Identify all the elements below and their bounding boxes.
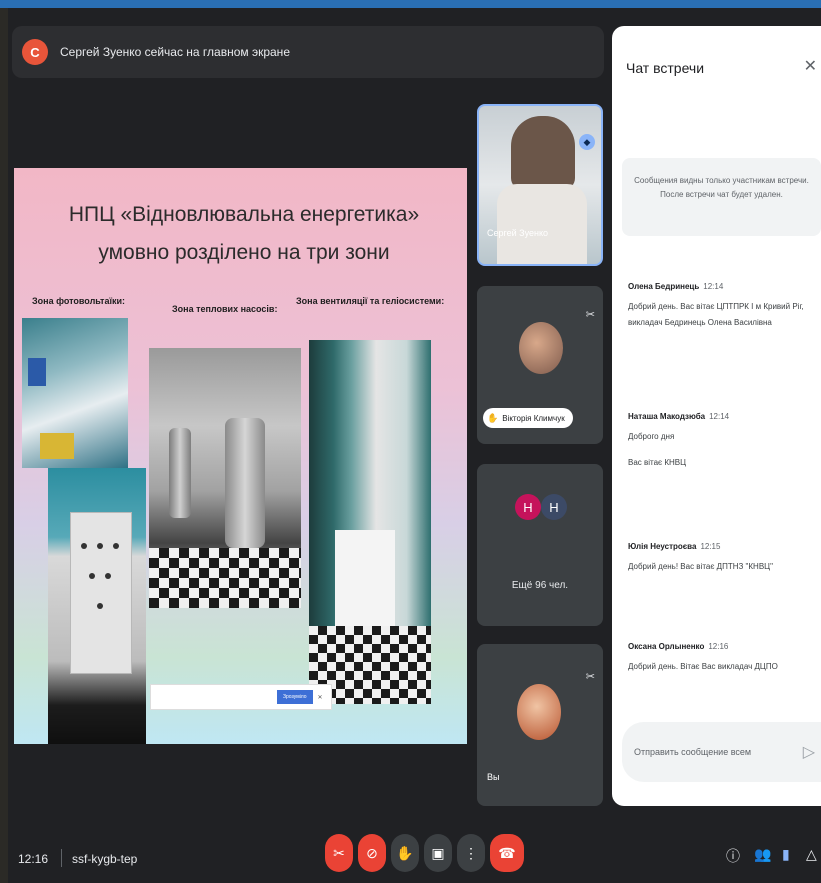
panel-lamp [97,543,103,549]
message-text: Вас вітає КНВЦ [628,458,687,467]
send-icon[interactable]: ▷ [803,742,815,762]
activities-icon[interactable]: △ [806,846,817,863]
more-options-button[interactable]: ⋮ [457,834,485,872]
divider [61,849,62,867]
avatar [519,322,563,374]
chat-message: Наташа Макодзюба 12:14 Доброго дня Вас ві… [628,412,818,471]
chat-message: Олена Бедринець 12:14 Добрий день. Вас ві… [628,282,818,331]
cookie-notice: Зрозуміло ✕ [150,684,332,710]
tank [225,418,265,548]
mic-off-icon: ✂ [333,844,345,861]
message-text: Доброго дня [628,432,675,441]
close-icon[interactable]: ✕ [804,56,817,76]
message-time: 12:14 [709,412,730,421]
zone-label-heat-pumps: Зона теплових насосів: [172,304,278,314]
presenter-avatar: С [22,39,48,65]
raise-hand-button[interactable]: ✋ [391,834,419,872]
speaker-body [497,184,587,264]
participant-tile[interactable]: ✂ ✋ Вікторія Климчук [477,286,603,444]
message-author: Наташа Макодзюба 12:14 [628,412,730,421]
present-button[interactable]: ▣ [424,834,452,872]
meeting-code: ssf-kygb-tep [72,852,138,866]
shared-screen-slide: НПЦ «Відновлювальна енергетика» умовно р… [14,168,467,744]
presenting-banner: С Сергей Зуенко сейчас на главном экране [12,26,604,78]
zone-label-photovoltaic: Зона фотовольтаїки: [32,296,126,306]
slide-title: НПЦ «Відновлювальна енергетика» умовно р… [68,203,420,264]
checkered-floor [149,548,301,608]
panel-lamp [89,573,95,579]
mic-toggle-button[interactable]: ✂ [325,834,353,872]
self-label: Вы [487,772,500,782]
avatar: Н [541,494,567,520]
cookie-accept-button[interactable]: Зрозуміло [277,690,313,704]
panel-lamp [81,543,87,549]
mic-off-icon: ✂ [585,309,595,321]
avatar: Н [515,494,541,520]
photo-control-panel [48,468,146,744]
mic-off-icon: ✂ [585,671,595,683]
message-time: 12:15 [700,542,721,551]
chat-message: Юлія Неустроєва 12:15 Добрий день! Вас ві… [628,542,818,575]
raise-hand-icon: ✋ [396,844,414,861]
self-tile[interactable]: ✂ Вы [477,644,603,806]
message-time: 12:14 [703,282,724,291]
info-icon[interactable]: ⓘ [726,846,740,866]
speaker-head [511,116,575,190]
message-author: Оксана Орлыненко 12:16 [628,642,729,651]
photo-ventilation [309,340,431,704]
camera-toggle-button[interactable]: ⊘ [358,834,386,872]
clock: 12:16 [18,852,49,866]
message-text: Добрий день! Вас вітає ДПТНЗ "КНВЦ" [628,562,773,571]
close-icon[interactable]: ✕ [318,694,323,701]
speaker-name: Сергей Зуенко [487,228,548,238]
more-participants-label: Ещё 96 чел. [511,580,569,591]
participant-name-chip: ✋ Вікторія Климчук [483,408,573,428]
chat-message: Оксана Орлыненко 12:16 Добрий день. Вітає… [628,642,818,675]
camera-off-icon: ⊘ [366,844,378,861]
panel-lamp [97,603,103,609]
panel-lamp [113,543,119,549]
chat-icon[interactable]: ▮ [782,846,790,863]
photo-photovoltaic [22,318,128,468]
chat-message-input[interactable]: Отправить сообщение всем [622,722,821,782]
photo-heat-pumps [149,348,301,608]
avatar [517,684,561,740]
chat-title: Чат встречи [626,60,705,76]
participant-name: Вікторія Климчук [502,413,565,423]
raise-hand-icon: ✋ [487,412,499,423]
presenting-text: Сергей Зуенко сейчас на главном экране [60,45,290,59]
chat-panel: Чат встречи ✕ Сообщения видны только уча… [612,26,821,806]
zone-label-ventilation: Зона вентиляції та геліосистеми: [296,296,445,306]
control-panel [70,512,132,674]
end-call-button[interactable]: ☎ [490,834,524,872]
message-text: Добрий день. Вітає Вас викладач ДЦПО [628,662,778,671]
speaker-tile[interactable]: ◆ Сергей Зуенко [477,104,603,266]
people-icon[interactable]: 👥 [754,846,771,863]
bottom-toolbar: 12:16 ssf-kygb-tep ✂ ⊘ ✋ ▣ ⋮ ☎ ⓘ 👥 ▮ △ [8,832,821,883]
chat-notice: Сообщения видны только участникам встреч… [622,158,821,236]
end-call-icon: ☎ [498,844,516,861]
message-author: Олена Бедринець 12:14 [628,282,724,291]
photo-detail [28,358,46,386]
more-participants-tile[interactable]: Н Н Ещё 96 чел. [477,464,603,626]
message-time: 12:16 [708,642,729,651]
present-screen-icon: ▣ [431,844,445,861]
message-author: Юлія Неустроєва 12:15 [628,542,721,551]
browser-edge [0,0,821,8]
speaking-indicator-icon: ◆ [579,134,595,150]
more-vert-icon: ⋮ [464,844,478,861]
panel-lamp [105,573,111,579]
message-text: Добрий день. Вас вітає ЦПТПРК І м Кривий… [628,302,804,327]
photo-detail [40,433,74,459]
tank [169,428,191,518]
